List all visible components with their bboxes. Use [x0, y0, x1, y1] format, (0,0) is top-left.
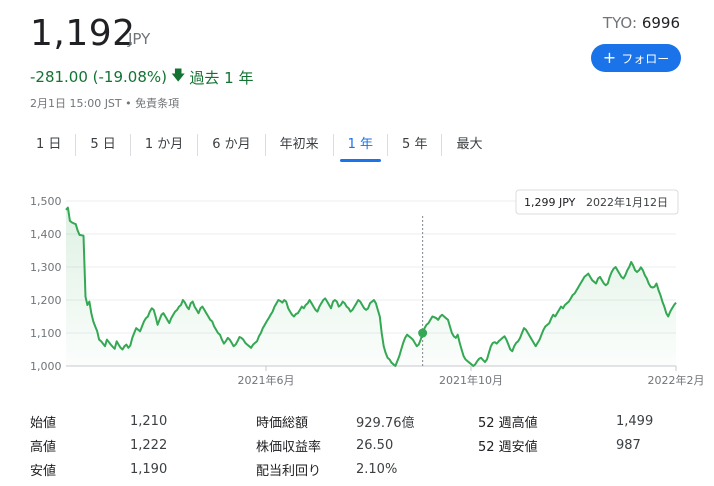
- range-tabs: 1 日5 日1 か月 6 か月 年初来 1 年5 年最大: [22, 134, 496, 162]
- symbol-label: 6996: [641, 14, 680, 32]
- tooltip-date: 2022年1月12日: [586, 195, 668, 209]
- plus-icon: +: [602, 48, 617, 67]
- change-value: -281.00 (-19.08%): [30, 68, 167, 86]
- ticker: TYO: 6996: [603, 14, 680, 32]
- stat-label: 高値: [30, 439, 57, 455]
- stats-row: 始値 1,210 時価総額 929.76億 52 週高値 1,499: [30, 409, 680, 433]
- y-tick-label: 1,400: [30, 228, 62, 241]
- follow-label: フォロー: [621, 51, 670, 66]
- tooltip-value: 1,299 JPY: [524, 196, 576, 209]
- exchange-label: TYO:: [602, 14, 638, 32]
- date-disclaimer: 2月1日 15:00 JST • 免責条項: [30, 97, 180, 110]
- y-tick-label: 1,200: [30, 294, 62, 307]
- stat-value: 987: [616, 437, 641, 453]
- range-tab[interactable]: 5 年: [388, 134, 443, 156]
- stats-row: 安値 1,190 配当利回り 2.10%: [30, 457, 680, 481]
- range-tab[interactable]: 年初来: [266, 134, 334, 156]
- stat-value: 2.10%: [356, 461, 398, 477]
- stat-value: 929.76億: [356, 415, 415, 431]
- y-tick-label: 1,300: [30, 261, 62, 274]
- stats-table: 始値 1,210 時価総額 929.76億 52 週高値 1,499 高値 1,222 株価収益…: [30, 409, 680, 481]
- price-value: 1,192: [30, 13, 136, 54]
- stat-label: 52 週安値: [478, 439, 538, 455]
- price-area: [66, 207, 676, 366]
- range-tab[interactable]: 1 年: [334, 134, 389, 162]
- stat-value: 1,499: [616, 413, 654, 429]
- price-chart[interactable]: 1,500 1,400 1,300 1,200 1,100 1,000 2021年6月 202…: [0, 180, 714, 390]
- y-tick-label: 1,100: [30, 327, 62, 340]
- stat-label: 時価総額: [256, 415, 309, 431]
- x-tick-label: 2021年10月: [439, 373, 503, 387]
- stat-value: 1,210: [130, 413, 168, 429]
- y-tick-label: 1,000: [30, 360, 62, 373]
- range-tab[interactable]: 1 日: [22, 134, 77, 156]
- price-change: -281.00 (-19.08%) 🡇 過去 1 年: [30, 65, 253, 89]
- stat-label: 配当利回り: [256, 463, 322, 479]
- currency-label: JPY: [128, 30, 151, 48]
- stat-label: 52 週高値: [478, 415, 538, 431]
- change-period: 過去 1 年: [189, 68, 254, 87]
- stats-row: 高値 1,222 株価収益率 26.50 52 週安値 987: [30, 433, 680, 457]
- x-tick-label: 2021年6月: [238, 373, 295, 387]
- hover-point: [418, 328, 428, 338]
- range-tab[interactable]: 5 日: [76, 134, 131, 156]
- stat-label: 安値: [30, 463, 57, 479]
- stat-value: 1,222: [130, 437, 168, 453]
- range-tab[interactable]: 6 か月: [198, 134, 266, 156]
- down-arrow-icon: 🡇: [170, 68, 186, 84]
- follow-button[interactable]: + フォロー: [591, 44, 681, 72]
- stat-label: 始値: [30, 415, 57, 431]
- stat-value: 26.50: [356, 437, 394, 453]
- x-tick-label: 2022年2月: [648, 373, 705, 387]
- range-tab[interactable]: 最大: [442, 134, 496, 156]
- stat-value: 1,190: [130, 461, 168, 477]
- stat-label: 株価収益率: [256, 439, 322, 455]
- range-tab[interactable]: 1 か月: [131, 134, 199, 156]
- y-tick-label: 1,500: [30, 195, 62, 208]
